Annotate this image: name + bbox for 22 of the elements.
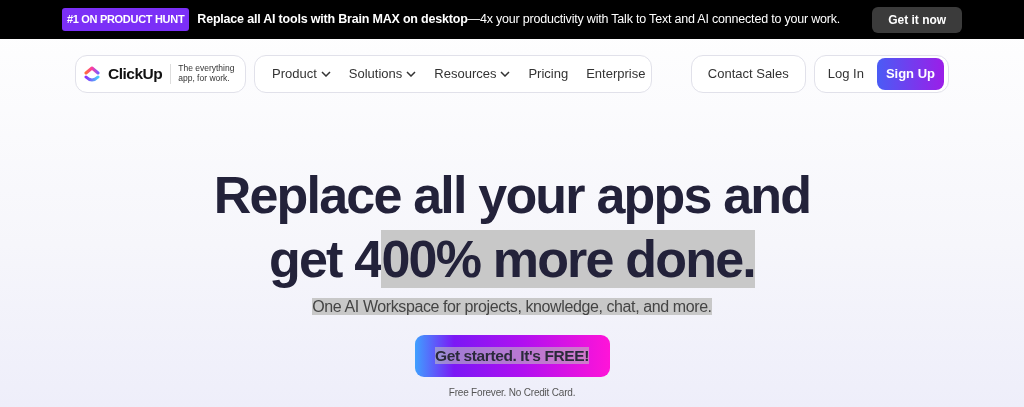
nav-link[interactable]: Solutions [339, 64, 426, 84]
log-in-button[interactable]: Log In [818, 64, 873, 84]
headline: Replace all your apps and [213, 165, 811, 226]
nav-link[interactable]: Pricing [519, 64, 578, 84]
headline: get 400% more done. [269, 229, 755, 290]
brand-name: ClickUp [108, 64, 163, 85]
nav-link[interactable]: Enterprise [577, 64, 655, 84]
chevron-down-icon [320, 71, 331, 77]
nav-link[interactable]: Resources [425, 64, 520, 84]
subtitle: One AI Workspace for projects, knowledge, chat, and more. [312, 297, 712, 317]
chevron-down-icon [500, 71, 511, 77]
get-started-button[interactable]: Get started. It's FREE! [414, 335, 610, 377]
chevron-down-icon [406, 71, 417, 77]
get-it-now-button[interactable]: Get it now [872, 6, 963, 33]
brand-tagline: The everything app, for work. [170, 64, 235, 84]
logo-icon [84, 65, 100, 83]
sign-up-button[interactable]: Sign Up [876, 58, 944, 90]
nav-link[interactable]: Product [263, 64, 340, 84]
footnote: Free Forever. No Credit Card. [448, 386, 576, 400]
banner-text: Replace all AI tools with Brain MAX on desktop—4x your productivity with Talk to Text and AI connected to your work. [197, 11, 841, 29]
contact-sales-button[interactable]: Contact Sales [690, 55, 806, 93]
badge-label: #1 ON PRODUCT HUNT [61, 8, 190, 31]
